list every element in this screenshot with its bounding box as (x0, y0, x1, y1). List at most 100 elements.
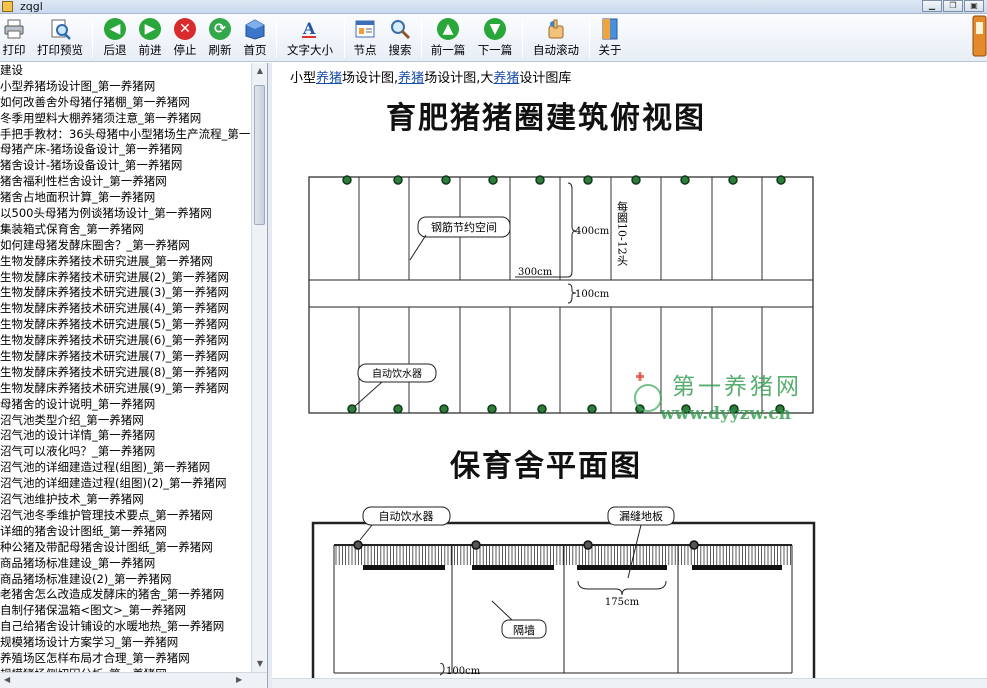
list-item[interactable]: 沼气池的详细建造过程(组图)(2)_第一养猪网 (0, 476, 252, 492)
list-item[interactable]: 详细的猪舍设计图纸_第一养猪网 (0, 524, 252, 540)
sidebar-horizontal-scrollbar[interactable]: ◀ ▶ (0, 672, 267, 688)
stop-button[interactable]: ✕ 停止 (170, 16, 200, 60)
brand-icon (972, 15, 987, 57)
window-title: zqgl (20, 0, 43, 13)
font-size-icon: A (302, 19, 316, 38)
list-item[interactable]: 建设 (0, 63, 252, 79)
list-item[interactable]: 沼气池维护技术_第一养猪网 (0, 492, 252, 508)
diagram-title-nursery: 保育舍平面图 (450, 449, 642, 484)
list-item[interactable]: 沼气池的详细建造过程(组图)_第一养猪网 (0, 460, 252, 476)
sections-button[interactable]: 节点 (349, 16, 381, 60)
home-button[interactable]: 首页 (240, 16, 270, 60)
prev-article-button[interactable]: ▲ 前一篇 (427, 16, 469, 60)
home-icon (245, 19, 265, 40)
scroll-up-icon[interactable]: ▲ (255, 66, 265, 76)
print-preview-icon (51, 19, 71, 40)
slatted-floor-label: 漏缝地板 (619, 509, 663, 523)
caption-link[interactable]: 养猪 (493, 71, 519, 86)
back-button[interactable]: ◀ 后退 (100, 16, 130, 60)
list-item[interactable]: 生物发酵床养猪技术研究进展(3)_第一养猪网 (0, 285, 252, 301)
dim-100-label: 100cm (575, 289, 610, 300)
caption-link[interactable]: 养猪 (316, 71, 342, 86)
content-horizontal-scrollbar[interactable] (272, 678, 987, 688)
list-item[interactable]: 冬季用塑料大棚养猪须注意_第一养猪网 (0, 111, 252, 127)
dim-400-label: 400cm (575, 226, 610, 237)
list-item[interactable]: 生物发酵床养猪技术研究进展(2)_第一养猪网 (0, 270, 252, 286)
up-arrow-icon: ▲ (437, 18, 459, 40)
list-item[interactable]: 以500头母猪为例谈猪场设计_第一养猪网 (0, 206, 252, 222)
list-item[interactable]: 生物发酵床养猪技术研究进展(4)_第一养猪网 (0, 301, 252, 317)
toolbar: 打印 打印预览 ◀ 后退 ▶ 前进 ✕ 停止 ⟳ 刷新 首页 A 文字大小 节点… (0, 14, 987, 62)
list-item[interactable]: 猪舍福利性栏舍设计_第一养猪网 (0, 174, 252, 190)
list-item[interactable]: 生物发酵床养猪技术研究进展(9)_第一养猪网 (0, 381, 252, 397)
list-item[interactable]: 商品猪场标准建设(2)_第一养猪网 (0, 572, 252, 588)
title-bar: zqgl ▁ ❐ ▣ (0, 0, 987, 14)
list-item[interactable]: 商品猪场标准建设_第一养猪网 (0, 556, 252, 572)
autoscroll-button[interactable]: 自动滚动 (528, 16, 584, 60)
list-item[interactable]: 规模猪场设计方案学习_第一养猪网 (0, 635, 252, 651)
list-item[interactable]: 如何改善舍外母猪仔猪棚_第一养猪网 (0, 95, 252, 111)
list-item[interactable]: 小型养猪场设计图_第一养猪网 (0, 79, 252, 95)
watermark-url: www.dyyzw.cn (659, 404, 791, 424)
list-item[interactable]: 猪舍占地面积计算_第一养猪网 (0, 190, 252, 206)
about-icon (602, 18, 618, 40)
list-item[interactable]: 沼气池冬季维护管理技术要点_第一养猪网 (0, 508, 252, 524)
caption-link[interactable]: 养猪 (398, 71, 424, 86)
dim-175-label: 175cm (605, 597, 640, 608)
maximize-button[interactable]: ❐ (943, 0, 963, 12)
minimize-button[interactable]: ▁ (922, 0, 942, 12)
list-item[interactable]: 自制仔猪保温箱<图文>_第一养猪网 (0, 603, 252, 619)
list-item[interactable]: 沼气可以液化吗？_第一养猪网 (0, 444, 252, 460)
search-button[interactable]: 搜索 (384, 16, 416, 60)
list-item[interactable]: 种公猪及带配母猪舍设计图纸_第一养猪网 (0, 540, 252, 556)
article-list: 建设 小型养猪场设计图_第一养猪网 如何改善舍外母猪仔猪棚_第一养猪网 冬季用塑料大棚… (0, 63, 252, 683)
list-item[interactable]: 养殖场区怎样布局才合理_第一养猪网 (0, 651, 252, 667)
list-item[interactable]: 生物发酵床养猪技术研究进展(8)_第一养猪网 (0, 365, 252, 381)
list-item[interactable]: 集装箱式保育舍_第一养猪网 (0, 222, 252, 238)
sidebar-vertical-scrollbar[interactable]: ▲ ▼ (251, 63, 267, 672)
autoscroll-icon (548, 19, 564, 39)
list-item[interactable]: 生物发酵床养猪技术研究进展_第一养猪网 (0, 254, 252, 270)
sections-icon (355, 20, 375, 38)
list-item[interactable]: 生物发酵床养猪技术研究进展(5)_第一养猪网 (0, 317, 252, 333)
toolbar-separator (522, 18, 523, 58)
list-item[interactable]: 母猪产床-猪场设备设计_第一养猪网 (0, 142, 252, 158)
font-size-button[interactable]: A 文字大小 (282, 16, 338, 60)
scroll-right-icon[interactable]: ▶ (236, 675, 242, 684)
down-arrow-icon: ▼ (484, 18, 506, 40)
list-item[interactable]: 生物发酵床养猪技术研究进展(7)_第一养猪网 (0, 349, 252, 365)
article-list-panel: 建设 小型养猪场设计图_第一养猪网 如何改善舍外母猪仔猪棚_第一养猪网 冬季用塑料大棚… (0, 63, 268, 688)
stop-icon: ✕ (174, 18, 196, 40)
about-button[interactable]: 关于 (595, 16, 625, 60)
refresh-button[interactable]: ⟳ 刷新 (205, 16, 235, 60)
svg-text:A: A (302, 19, 316, 38)
app-icon (2, 1, 13, 12)
forward-button[interactable]: ▶ 前进 (135, 16, 165, 60)
list-item[interactable]: 猪舍设计-猪场设备设计_第一养猪网 (0, 158, 252, 174)
fattening-pen-diagram: 钢筋节约空间 400cm 300cm 100cm 每圈10-12头 自动饮水器 … (308, 175, 814, 424)
scrollbar-thumb[interactable] (254, 85, 265, 225)
next-article-button[interactable]: ▼ 下一篇 (474, 16, 516, 60)
article-content: 小型养猪场设计图,养猪场设计图,大养猪设计图库 育肥猪猪圈建筑俯视图 钢筋节约空… (272, 63, 987, 688)
print-preview-button[interactable]: 打印预览 (34, 16, 86, 60)
restore-button[interactable]: ▣ (964, 0, 984, 12)
search-icon (391, 20, 411, 40)
list-item[interactable]: 沼气池的设计详情_第一养猪网 (0, 428, 252, 444)
scroll-left-icon[interactable]: ◀ (4, 675, 10, 684)
list-item[interactable]: 自己给猪舍设计铺设的水暖地热_第一养猪网 (0, 619, 252, 635)
dim-100b-label: 100cm (446, 666, 481, 677)
diagram-title-fattening: 育肥猪猪圈建筑俯视图 (386, 101, 706, 136)
back-arrow-icon: ◀ (104, 18, 126, 40)
list-item[interactable]: 沼气池类型介绍_第一养猪网 (0, 413, 252, 429)
printer-icon (4, 19, 24, 39)
list-item[interactable]: 手把手教材：36头母猪中小型猪场生产流程_第一 (0, 127, 252, 143)
rebar-label: 钢筋节约空间 (431, 220, 497, 234)
scroll-down-icon[interactable]: ▼ (255, 659, 265, 669)
list-item[interactable]: 生物发酵床养猪技术研究进展(6)_第一养猪网 (0, 333, 252, 349)
refresh-icon: ⟳ (209, 18, 231, 40)
toolbar-separator (276, 18, 277, 58)
print-button[interactable]: 打印 (0, 16, 28, 60)
list-item[interactable]: 母猪舍的设计说明_第一养猪网 (0, 397, 252, 413)
list-item[interactable]: 如何建母猪发酵床圈舍？_第一养猪网 (0, 238, 252, 254)
list-item[interactable]: 老猪舍怎么改造成发酵床的猪舍_第一养猪网 (0, 587, 252, 603)
